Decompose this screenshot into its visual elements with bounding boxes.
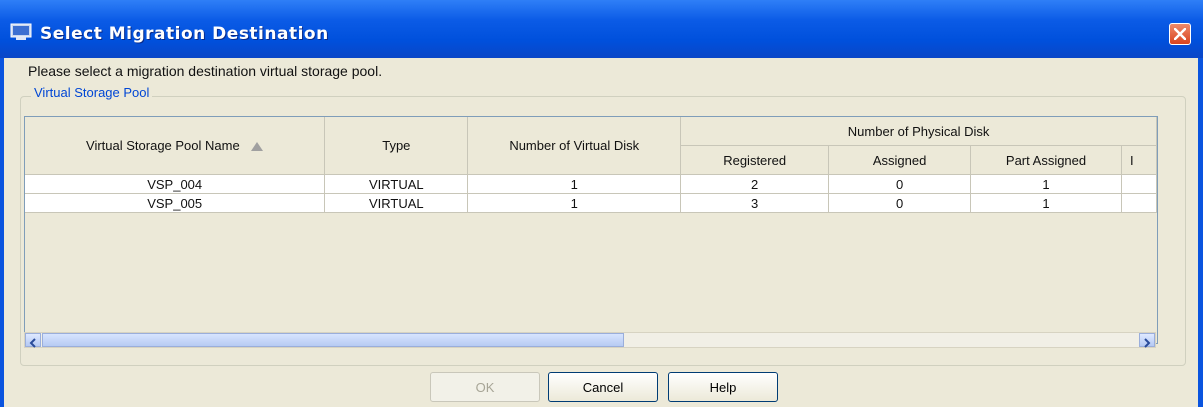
cell-name: VSP_005	[25, 193, 326, 213]
ok-button[interactable]: OK	[430, 372, 540, 402]
column-header-truncated-label: I	[1129, 152, 1134, 168]
column-header-assigned[interactable]: Assigned	[828, 145, 972, 175]
column-header-name[interactable]: Virtual Storage Pool Name	[25, 117, 326, 175]
table-row[interactable]: VSP_005 VIRTUAL 1 3 0 1	[25, 193, 1157, 213]
cell-truncated	[1121, 193, 1157, 213]
column-header-assigned-label: Assigned	[872, 152, 927, 168]
column-header-type-label: Type	[382, 138, 411, 153]
cell-type: VIRTUAL	[324, 193, 469, 213]
cell-virtual-disk: 1	[467, 193, 682, 213]
column-header-registered[interactable]: Registered	[680, 145, 830, 175]
button-bar: OK Cancel Help	[4, 370, 1198, 402]
cell-registered: 3	[680, 193, 830, 213]
cell-virtual-disk: 1	[467, 174, 682, 194]
cell-part-assigned: 1	[970, 174, 1122, 194]
app-window-icon	[10, 23, 32, 41]
cancel-button[interactable]: Cancel	[548, 372, 658, 402]
cell-registered: 2	[680, 174, 830, 194]
cell-assigned: 0	[828, 193, 972, 213]
pool-table[interactable]: Virtual Storage Pool Name Type Number of…	[24, 116, 1158, 344]
help-button[interactable]: Help	[668, 372, 778, 402]
dialog-title: Select Migration Destination	[40, 24, 329, 44]
scroll-right-icon	[1144, 338, 1151, 348]
cell-part-assigned: 1	[970, 193, 1122, 213]
column-group-physical-disk: Number of Physical Disk	[680, 117, 1157, 146]
cell-assigned: 0	[828, 174, 972, 194]
table-row[interactable]: VSP_004 VIRTUAL 1 2 0 1	[25, 174, 1157, 194]
horizontal-scrollbar[interactable]	[24, 332, 1156, 348]
column-header-type[interactable]: Type	[324, 117, 469, 175]
scroll-left-icon	[29, 338, 36, 348]
scroll-thumb[interactable]	[42, 333, 624, 347]
column-header-part-assigned-label: Part Assigned	[1005, 152, 1087, 168]
scroll-left-button[interactable]	[25, 333, 41, 348]
group-label: Virtual Storage Pool	[31, 85, 153, 100]
title-bar[interactable]: Select Migration Destination	[0, 0, 1203, 58]
column-group-physical-disk-label: Number of Physical Disk	[847, 123, 990, 139]
instruction-text: Please select a migration destination vi…	[28, 63, 383, 79]
column-header-virtual-disk[interactable]: Number of Virtual Disk	[467, 117, 682, 175]
column-header-virtual-disk-label: Number of Virtual Disk	[509, 138, 640, 153]
column-header-part-assigned[interactable]: Part Assigned	[970, 145, 1122, 175]
close-icon	[1174, 28, 1186, 40]
close-button[interactable]	[1169, 23, 1191, 45]
cell-name: VSP_004	[25, 174, 326, 194]
dialog-client: Please select a migration destination vi…	[4, 58, 1198, 407]
cell-truncated	[1121, 174, 1157, 194]
cell-type: VIRTUAL	[324, 174, 469, 194]
scroll-right-button[interactable]	[1139, 333, 1155, 348]
column-header-registered-label: Registered	[723, 152, 787, 168]
dialog-window: Select Migration Destination Please sele…	[0, 0, 1203, 407]
column-header-name-label: Virtual Storage Pool Name	[86, 138, 240, 153]
column-header-truncated[interactable]: I	[1121, 145, 1157, 175]
sort-ascending-icon	[251, 142, 264, 152]
